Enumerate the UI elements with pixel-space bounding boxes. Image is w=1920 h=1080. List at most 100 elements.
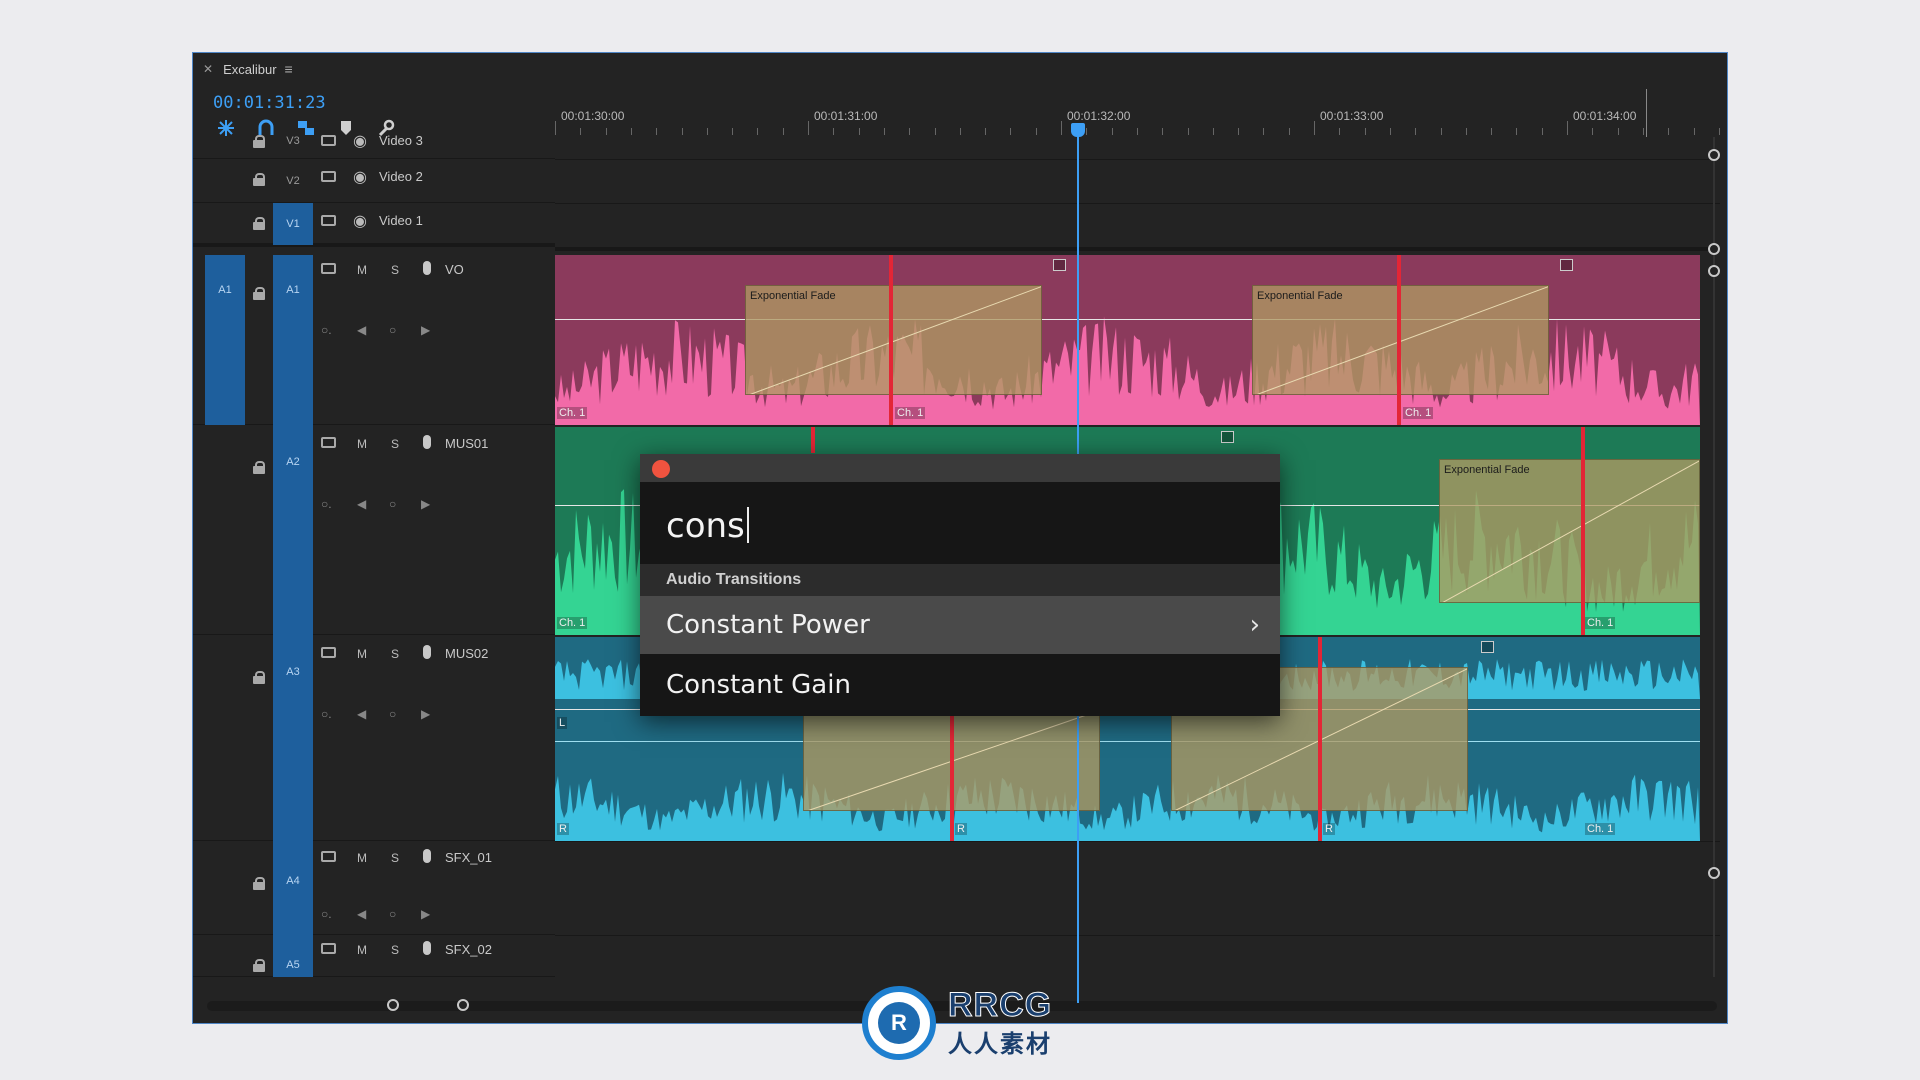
- keyframe-icon[interactable]: ○.: [321, 707, 332, 721]
- prev-keyframe-icon[interactable]: ◀: [357, 323, 366, 337]
- logo-mark-icon: R: [878, 1002, 920, 1044]
- toggle-sync-icon[interactable]: [321, 215, 336, 226]
- solo-button[interactable]: S: [391, 437, 399, 451]
- add-keyframe-icon[interactable]: ○: [389, 707, 396, 721]
- search-input[interactable]: cons: [666, 506, 749, 546]
- transition-exponential-fade[interactable]: Exponential Fade: [1439, 459, 1700, 603]
- add-keyframe-icon[interactable]: ○: [389, 323, 396, 337]
- toggle-sync-icon[interactable]: [321, 943, 336, 954]
- lock-icon[interactable]: [253, 173, 265, 186]
- microphone-icon[interactable]: [423, 941, 431, 955]
- mute-button[interactable]: M: [357, 647, 367, 661]
- microphone-icon[interactable]: [423, 435, 431, 449]
- track-name[interactable]: SFX_02: [445, 942, 492, 957]
- close-icon[interactable]: ✕: [203, 62, 213, 76]
- edit-point[interactable]: [1318, 637, 1322, 841]
- close-button[interactable]: [652, 460, 670, 478]
- lock-icon[interactable]: [253, 461, 265, 474]
- track-id[interactable]: V3: [273, 135, 313, 147]
- track-id[interactable]: A5: [273, 935, 313, 977]
- edit-point[interactable]: [950, 697, 954, 841]
- track-name[interactable]: VO: [445, 262, 464, 277]
- scroll-handle[interactable]: [1708, 265, 1720, 277]
- ruler-tick: [1339, 128, 1341, 135]
- menu-icon[interactable]: ≡: [285, 61, 293, 77]
- track-name[interactable]: MUS02: [445, 646, 488, 661]
- solo-button[interactable]: S: [391, 943, 399, 957]
- keyframe-icon[interactable]: ○.: [321, 497, 332, 511]
- edit-point[interactable]: [1581, 427, 1585, 635]
- mute-button[interactable]: M: [357, 263, 367, 277]
- track-name[interactable]: Video 1: [379, 213, 423, 228]
- lock-icon[interactable]: [253, 671, 265, 684]
- track-id[interactable]: A1: [273, 255, 313, 425]
- next-keyframe-icon[interactable]: ▶: [421, 497, 430, 511]
- channel-label-left: L: [557, 717, 568, 729]
- prev-keyframe-icon[interactable]: ◀: [357, 497, 366, 511]
- toggle-sync-icon[interactable]: [321, 437, 336, 448]
- playhead-timecode[interactable]: 00:01:31:23: [213, 93, 326, 113]
- keyframe-icon[interactable]: ○.: [321, 907, 332, 921]
- track-id[interactable]: A4: [273, 841, 313, 935]
- track-name[interactable]: SFX_01: [445, 850, 492, 865]
- toggle-sync-icon[interactable]: [321, 851, 336, 862]
- eye-icon[interactable]: ◉: [353, 211, 367, 231]
- track-id[interactable]: A2: [273, 425, 313, 635]
- eye-icon[interactable]: ◉: [353, 167, 367, 187]
- track-id[interactable]: V2: [273, 175, 313, 187]
- zoom-handle-left[interactable]: [387, 999, 399, 1011]
- solo-button[interactable]: S: [391, 263, 399, 277]
- result-constant-gain[interactable]: Constant Gain: [640, 656, 1280, 714]
- mute-button[interactable]: M: [357, 437, 367, 451]
- track-name[interactable]: MUS01: [445, 436, 488, 451]
- track-name[interactable]: Video 2: [379, 169, 423, 184]
- track-id[interactable]: A3: [273, 635, 313, 841]
- volume-line-right[interactable]: [555, 741, 1700, 742]
- mute-button[interactable]: M: [357, 943, 367, 957]
- result-constant-power[interactable]: Constant Power ›: [640, 596, 1280, 654]
- popup-titlebar[interactable]: [640, 454, 1280, 482]
- prev-keyframe-icon[interactable]: ◀: [357, 707, 366, 721]
- panel-tab[interactable]: ✕ Excalibur ≡: [193, 53, 1727, 85]
- microphone-icon[interactable]: [423, 261, 431, 275]
- edit-point[interactable]: [811, 427, 815, 453]
- lock-icon[interactable]: [253, 877, 265, 890]
- edit-point[interactable]: [889, 255, 893, 425]
- lock-icon[interactable]: [253, 135, 265, 148]
- toggle-sync-icon[interactable]: [321, 171, 336, 182]
- vertical-scrollbar[interactable]: [1713, 137, 1715, 977]
- microphone-icon[interactable]: [423, 645, 431, 659]
- add-keyframe-icon[interactable]: ○: [389, 907, 396, 921]
- mute-button[interactable]: M: [357, 851, 367, 865]
- ruler-tick: [985, 128, 987, 135]
- eye-icon[interactable]: ◉: [353, 131, 367, 151]
- toggle-sync-icon[interactable]: [321, 135, 336, 146]
- scroll-handle[interactable]: [1708, 867, 1720, 879]
- track-name[interactable]: Video 3: [379, 133, 423, 148]
- solo-button[interactable]: S: [391, 647, 399, 661]
- scroll-handle[interactable]: [1708, 149, 1720, 161]
- lock-icon[interactable]: [253, 287, 265, 300]
- transition-exponential-fade[interactable]: Exponential Fade: [745, 285, 1042, 395]
- sequence-title[interactable]: Excalibur: [223, 62, 276, 77]
- clip-vo[interactable]: Exponential Fade Exponential Fade Ch. 1 …: [555, 255, 1700, 425]
- time-ruler[interactable]: 00:01:30:00 00:01:31:00 00:01:32:00 00:0…: [555, 89, 1720, 135]
- microphone-icon[interactable]: [423, 849, 431, 863]
- toggle-sync-icon[interactable]: [321, 263, 336, 274]
- source-patch-a1[interactable]: A1: [205, 255, 245, 425]
- solo-button[interactable]: S: [391, 851, 399, 865]
- add-keyframe-icon[interactable]: ○: [389, 497, 396, 511]
- scroll-handle[interactable]: [1708, 243, 1720, 255]
- next-keyframe-icon[interactable]: ▶: [421, 323, 430, 337]
- edit-point[interactable]: [1397, 255, 1401, 425]
- prev-keyframe-icon[interactable]: ◀: [357, 907, 366, 921]
- lock-icon[interactable]: [253, 959, 265, 972]
- zoom-handle-right[interactable]: [457, 999, 469, 1011]
- lock-icon[interactable]: [253, 217, 265, 230]
- toggle-sync-icon[interactable]: [321, 647, 336, 658]
- next-keyframe-icon[interactable]: ▶: [421, 907, 430, 921]
- keyframe-icon[interactable]: ○.: [321, 323, 332, 337]
- chevron-right-icon[interactable]: ›: [1250, 596, 1260, 654]
- track-id[interactable]: V1: [273, 203, 313, 245]
- next-keyframe-icon[interactable]: ▶: [421, 707, 430, 721]
